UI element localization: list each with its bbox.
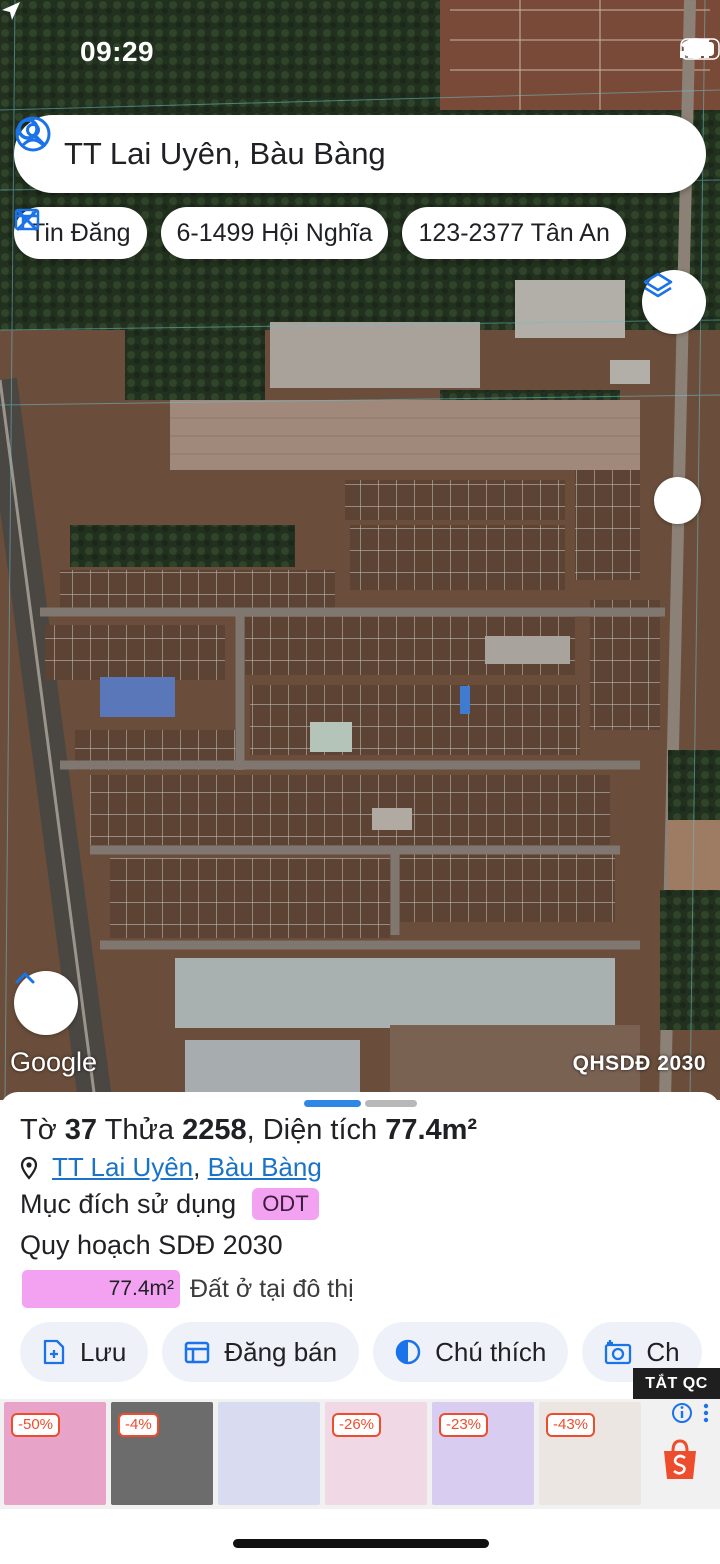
ruler-cross-icon	[15, 208, 39, 232]
land-use-row: 77.4m² Đất ở tại đô thị	[22, 1270, 354, 1308]
land-use-area-bar: 77.4m²	[22, 1270, 180, 1308]
layers-icon	[643, 272, 673, 298]
discount-badge: -26%	[332, 1413, 382, 1437]
discount-badge: -23%	[439, 1413, 489, 1437]
sheet-label: Tờ	[20, 1114, 57, 1146]
parcel-label: Thửa	[104, 1114, 174, 1146]
parcel-location: TT Lai Uyên, Bàu Bàng	[20, 1152, 322, 1183]
save-button[interactable]: Lưu	[20, 1322, 149, 1382]
parcel-number: 2258	[182, 1114, 247, 1146]
map-slider-handle[interactable]	[654, 477, 701, 524]
photo-label: Ch	[646, 1336, 680, 1367]
area-label: , Diện tích	[246, 1114, 378, 1146]
ad-product[interactable]: -23%	[432, 1402, 534, 1505]
discount-badge: -43%	[546, 1413, 596, 1437]
chip-label: Tin Đăng	[30, 218, 131, 247]
ward-link[interactable]: TT Lai Uyên	[52, 1152, 193, 1183]
calendar-icon	[185, 1341, 210, 1364]
usage-purpose-label: Mục đích sử dụng	[20, 1188, 237, 1219]
google-attribution: Google	[10, 1047, 98, 1077]
ad-product[interactable]: -26%	[325, 1402, 427, 1505]
location-pin-icon	[20, 1156, 38, 1180]
layers-button[interactable]	[642, 270, 706, 334]
sheet-pager[interactable]	[304, 1100, 417, 1107]
ad-product[interactable]: -43%	[539, 1402, 641, 1505]
camera-add-icon	[605, 1340, 632, 1365]
pager-dot[interactable]	[365, 1100, 417, 1107]
discount-badge: -4%	[118, 1413, 159, 1437]
shopee-bag-icon[interactable]	[661, 1439, 699, 1481]
home-indicator[interactable]	[233, 1539, 489, 1548]
ad-product[interactable]: -50%	[4, 1402, 106, 1505]
search-icon[interactable]	[14, 115, 48, 149]
chip-tan-an[interactable]: 123-2377 Tân An	[15, 207, 626, 259]
save-label: Lưu	[80, 1336, 127, 1367]
chip-label: 123-2377 Tân An	[418, 218, 610, 247]
legend-label: Chú thích	[435, 1336, 547, 1367]
post-for-sale-label: Đăng bán	[224, 1336, 338, 1367]
parcel-title: Tờ 37 Thửa 2258, Diện tích 77.4m²	[20, 1114, 477, 1147]
action-buttons: Lưu Đăng bán Chú thích Ch	[20, 1322, 702, 1382]
comma-separator: ,	[193, 1152, 208, 1182]
usage-purpose-badge: ODT	[252, 1188, 319, 1220]
search-input[interactable]: TT Lai Uyên, Bàu Bàng	[64, 136, 684, 172]
battery-icon	[680, 38, 720, 60]
satellite-map[interactable]: 09:29 TT Lai Uyên, Bàu Bàng Tin Đăng 6-1…	[0, 0, 720, 1100]
legend-button[interactable]: Chú thích	[373, 1322, 569, 1382]
chip-hoi-nghia[interactable]: 6-1499 Hội Nghĩa	[160, 207, 389, 259]
sheet-number: 37	[64, 1114, 98, 1146]
hide-ads-button[interactable]: TẮT QC	[633, 1368, 720, 1399]
expand-up-button[interactable]	[14, 971, 78, 1035]
parcel-info-sheet[interactable]: Tờ 37 Thửa 2258, Diện tích 77.4m² TT Lai…	[0, 1092, 720, 1402]
map-layer-label: QHSDĐ 2030	[572, 1052, 706, 1075]
discount-badge: -50%	[11, 1413, 61, 1437]
chevron-up-icon	[15, 971, 35, 984]
search-bar[interactable]: TT Lai Uyên, Bàu Bàng	[14, 115, 706, 193]
home-area	[0, 1509, 720, 1564]
parcel-area: 77.4m²	[385, 1114, 478, 1146]
contrast-icon	[395, 1339, 421, 1365]
location-arrow-icon	[2, 2, 20, 20]
ad-product[interactable]: -4%	[111, 1402, 213, 1505]
land-plan-label: Quy hoạch SDĐ 2030	[20, 1230, 283, 1260]
land-use-type: Đất ở tại đô thị	[190, 1274, 354, 1303]
district-link[interactable]: Bàu Bàng	[208, 1152, 322, 1183]
chip-label: 6-1499 Hội Nghĩa	[176, 218, 373, 247]
ad-product[interactable]	[218, 1402, 320, 1505]
status-time: 09:29	[80, 36, 155, 67]
add-document-icon	[43, 1339, 65, 1365]
pager-dot-active[interactable]	[304, 1100, 361, 1107]
post-for-sale-button[interactable]: Đăng bán	[162, 1322, 360, 1382]
usage-purpose-row: Mục đích sử dụng ODT	[20, 1188, 319, 1220]
filter-chips: Tin Đăng 6-1499 Hội Nghĩa 123-2377 Tân A…	[14, 207, 626, 259]
ad-banner[interactable]: -50% -4% -26% -23% -43%	[0, 1399, 720, 1509]
ad-info-icon[interactable]	[670, 1401, 714, 1425]
